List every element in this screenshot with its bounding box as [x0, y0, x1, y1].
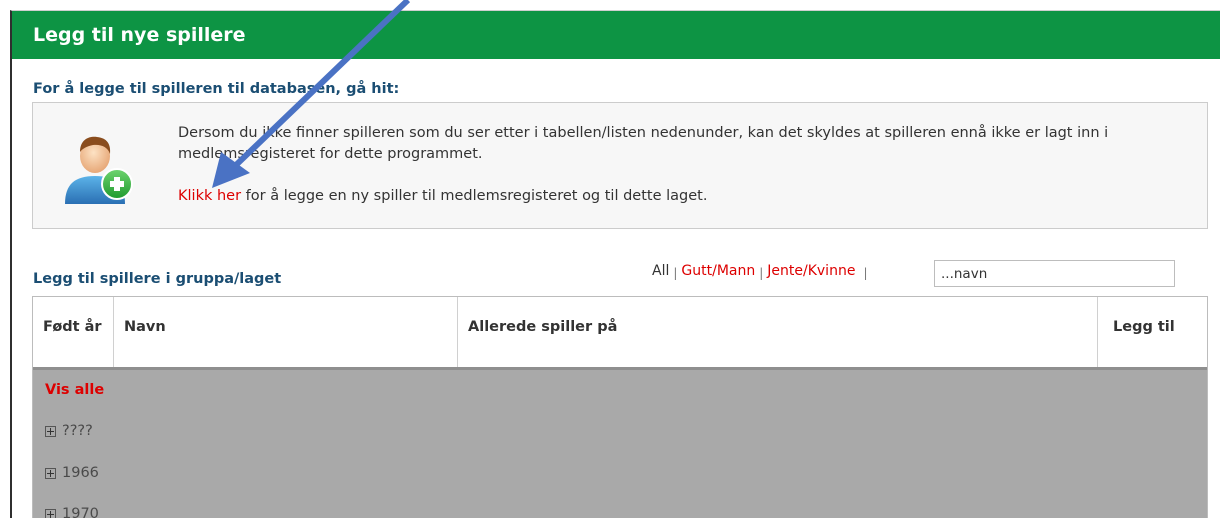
database-section-title: For å legge til spilleren til databasen,…: [33, 81, 400, 97]
year-group-label: ????: [62, 423, 93, 439]
filter-male[interactable]: Gutt/Mann: [681, 263, 755, 279]
players-table: Født år Navn Allerede spiller på Legg ti…: [32, 296, 1208, 518]
year-group-label: 1970: [62, 506, 99, 518]
players-section-title: Legg til spillere i gruppa/laget: [33, 271, 282, 287]
info-description: Dersom du ikke finner spilleren som du s…: [178, 125, 1109, 162]
expand-icon[interactable]: [45, 425, 56, 437]
app-frame: Legg til nye spillere For å legge til sp…: [10, 10, 1220, 518]
page-header: Legg til nye spillere: [12, 11, 1220, 59]
column-header-name[interactable]: Navn: [113, 297, 457, 367]
filter-separator: |: [759, 266, 764, 280]
name-search-input[interactable]: [934, 260, 1175, 287]
add-user-icon: [65, 136, 133, 204]
info-box: Dersom du ikke finner spilleren som du s…: [32, 102, 1208, 229]
filter-separator: |: [863, 266, 868, 280]
year-group-label: 1966: [62, 465, 99, 481]
expand-icon[interactable]: [45, 508, 56, 518]
show-all-link[interactable]: Vis alle: [45, 380, 104, 400]
info-link-line: Klikk her for å legge en ny spiller til …: [178, 186, 1198, 207]
expand-icon[interactable]: [45, 467, 56, 479]
click-here-link[interactable]: Klikk her: [178, 188, 241, 204]
column-header-add[interactable]: Legg til: [1097, 297, 1207, 367]
table-header: Født år Navn Allerede spiller på Legg ti…: [33, 297, 1207, 370]
info-link-suffix: for å legge en ny spiller til medlemsreg…: [241, 188, 708, 204]
year-group-row[interactable]: ????: [45, 421, 93, 441]
year-group-row[interactable]: 1966: [45, 463, 99, 483]
filter-female[interactable]: Jente/Kvinne: [767, 263, 855, 279]
filter-all[interactable]: All: [652, 263, 669, 279]
year-group-row[interactable]: 1970: [45, 504, 99, 518]
table-body: Vis alle ???? 1966 1970: [33, 370, 1207, 518]
column-header-already-playing[interactable]: Allerede spiller på: [457, 297, 1097, 367]
column-header-born[interactable]: Født år: [33, 297, 103, 367]
gender-filters: All | Gutt/Mann | Jente/Kvinne |: [652, 261, 871, 281]
filter-separator: |: [673, 266, 678, 280]
info-text: Dersom du ikke finner spilleren som du s…: [178, 123, 1198, 207]
